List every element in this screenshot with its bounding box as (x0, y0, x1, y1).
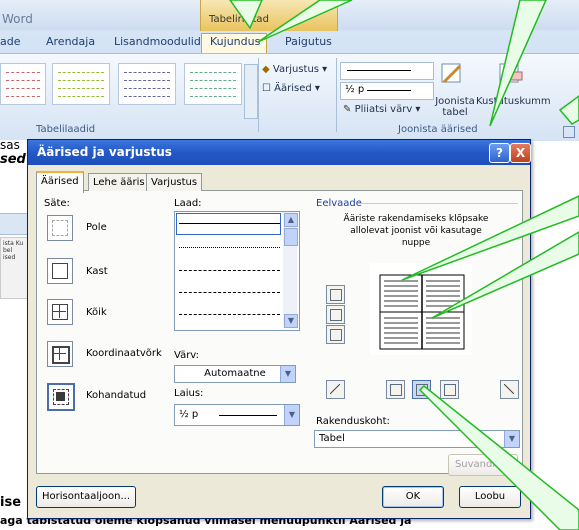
pen-color-button[interactable]: ✎ Pliiatsi värv ▾ (343, 104, 420, 115)
pen-icon: ✎ (343, 104, 352, 115)
chevron-down-icon[interactable]: ▼ (504, 431, 519, 447)
border-right-toggle-icon[interactable] (440, 380, 459, 399)
cancel-button[interactable]: Loobu (459, 486, 521, 508)
scroll-up-icon[interactable]: ▲ (284, 213, 298, 227)
width-value: ½ p (179, 409, 199, 420)
apply-to-label: Rakenduskoht: (316, 416, 390, 427)
doc-fragment: sed (0, 152, 26, 167)
setting-grid-icon[interactable] (47, 341, 73, 367)
tab-arendaja[interactable]: Arendaja (46, 35, 95, 48)
chevron-down-icon[interactable]: ▼ (280, 366, 295, 382)
scroll-thumb[interactable] (284, 228, 298, 246)
group-label-draw-borders: Joonista äärised (398, 124, 478, 135)
group-label-table-styles: Tabelilaadid (36, 124, 96, 135)
border-inside-v-toggle-icon[interactable] (412, 380, 431, 399)
line-weight-dropdown[interactable]: ½ p (340, 82, 434, 100)
preview-label: Eelvaade (316, 198, 362, 209)
scroll-down-icon[interactable]: ▼ (284, 314, 298, 328)
style-label: Laad: (174, 198, 202, 209)
border-bottom-toggle-icon[interactable] (326, 325, 345, 344)
setting-all-icon[interactable] (47, 299, 73, 325)
group-divider (258, 58, 259, 132)
selected-line-style[interactable] (176, 213, 281, 235)
tab-paigutus[interactable]: Paigutus (285, 35, 332, 48)
tab-borders[interactable]: Äärised (36, 171, 84, 193)
preview-divider (358, 203, 518, 204)
setting-grid-label[interactable]: Koordinaatvõrk (86, 348, 162, 359)
apply-to-value: Tabel (319, 433, 345, 444)
tab-page-border[interactable]: Lehe ääris (88, 173, 150, 191)
border-left-toggle-icon[interactable] (386, 380, 405, 399)
table-style-3[interactable] (118, 63, 176, 105)
table-tools-label: Tabeliriistad (209, 14, 269, 25)
width-label: Laius: (174, 388, 204, 399)
pen-color-label: Pliiatsi värv (354, 104, 413, 115)
styles-gallery-scroll[interactable] (244, 64, 258, 119)
borders-icon: ☐ (262, 83, 271, 94)
color-value: Automaatne (204, 368, 266, 379)
tab-kujundus[interactable]: Kujundus (210, 35, 260, 48)
table-style-4[interactable] (184, 63, 242, 105)
apply-to-dropdown[interactable]: Tabel ▼ (314, 430, 520, 448)
group-divider (336, 58, 337, 132)
style-list-scrollbar[interactable]: ▲ ▼ (283, 212, 298, 328)
eraser-icon[interactable] (498, 60, 526, 86)
ok-button[interactable]: OK (382, 486, 444, 508)
chevron-down-icon[interactable]: ▼ (284, 405, 299, 425)
color-label: Värv: (174, 350, 200, 361)
tab-shading[interactable]: Varjustus (146, 173, 203, 191)
setting-custom-label[interactable]: Kohandatud (86, 390, 146, 401)
borders-label: Äärised (274, 83, 312, 94)
tab-ade[interactable]: ade (0, 35, 21, 48)
table-style-2[interactable] (52, 63, 110, 105)
setting-none-label[interactable]: Pole (86, 222, 107, 233)
borders-button[interactable]: ☐ Äärised ▾ (262, 83, 320, 94)
border-inside-h-toggle-icon[interactable] (326, 305, 345, 324)
app-title: Word (2, 12, 33, 26)
doc-heading-fragment: ise (0, 495, 22, 510)
preview-diagram[interactable] (370, 263, 472, 355)
setting-all-label[interactable]: Kõik (86, 307, 107, 318)
diagonal-down-toggle-icon[interactable] (500, 380, 519, 399)
shading-label: Varjustus (272, 64, 319, 75)
dialog-launcher-icon[interactable] (563, 126, 575, 138)
preview-hint: Ääriste rakendamiseks klõpsake allolevat… (343, 214, 489, 248)
line-style-dropdown[interactable] (340, 62, 434, 80)
tab-lisandmoodulid[interactable]: Lisandmoodulid (114, 35, 201, 48)
pencil-icon[interactable] (440, 60, 464, 86)
line-weight-value: ½ p (345, 84, 365, 95)
options-button[interactable]: Suvandid... (448, 454, 518, 476)
setting-box-icon[interactable] (47, 258, 73, 284)
width-dropdown[interactable]: ½ p ▼ (174, 404, 300, 426)
horizontal-line-button[interactable]: Horisontaaljoon... (36, 486, 136, 508)
shading-button[interactable]: ◆ Varjustus ▾ (262, 64, 327, 75)
color-dropdown[interactable]: Automaatne ▼ (174, 365, 296, 383)
setting-custom-icon[interactable] (47, 383, 75, 411)
setting-none-icon[interactable] (47, 215, 73, 241)
diagonal-up-toggle-icon[interactable] (326, 380, 345, 399)
paint-bucket-icon: ◆ (262, 64, 270, 75)
setting-label: Säte: (44, 198, 70, 209)
draw-table-button[interactable]: Joonista tabel (430, 96, 480, 118)
table-style-1[interactable] (0, 63, 46, 105)
border-top-toggle-icon[interactable] (326, 285, 345, 304)
help-button[interactable]: ? (489, 143, 510, 163)
setting-box-label[interactable]: Kast (86, 266, 108, 277)
dialog-title: Äärised ja varjustus (37, 145, 172, 159)
doc-fragment: sas (0, 138, 20, 152)
eraser-button[interactable]: Kustutuskumm (476, 96, 551, 107)
close-button[interactable]: X (510, 143, 531, 163)
